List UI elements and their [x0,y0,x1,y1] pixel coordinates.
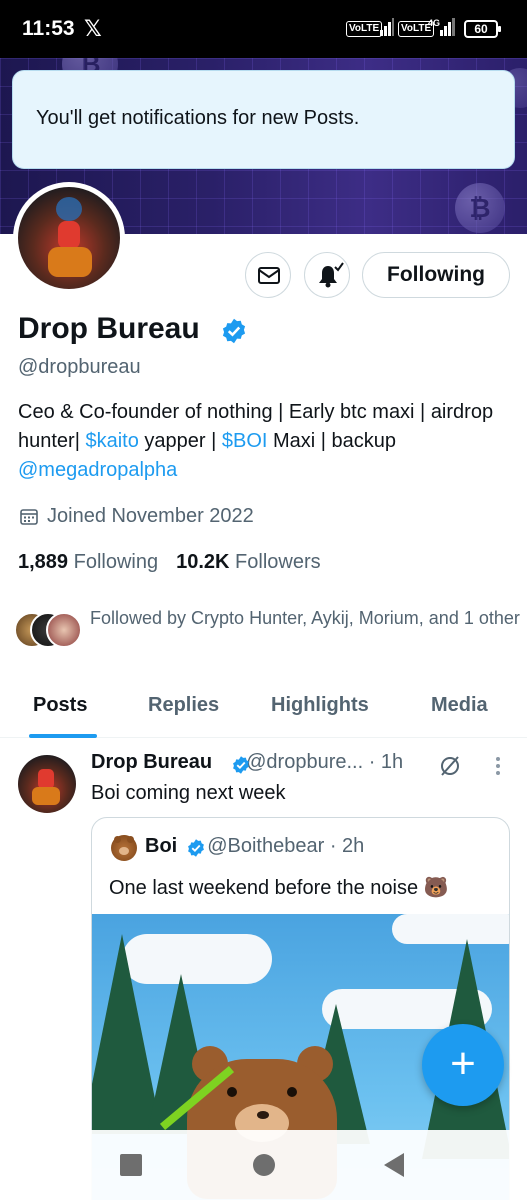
tab-highlights[interactable]: Highlights [271,694,369,717]
quote-author-name: Boi [145,835,178,857]
profile-handle: @dropbureau [18,356,141,378]
battery-icon: 60 [464,20,501,38]
home-button[interactable] [253,1154,275,1176]
status-bar: 11:53 𝕏 VoLTE VoLTE 4G 60 [0,0,527,58]
toast-message: You'll get notifications for new Posts. [36,107,360,129]
verified-badge-icon [233,756,249,774]
bio-link-kaito[interactable]: $kaito [85,430,138,452]
profile-name: Drop Bureau [18,312,200,345]
envelope-icon [258,267,280,284]
tab-posts[interactable]: Posts [33,694,87,717]
followed-by-text[interactable]: Followed by Crypto Hunter, Aykij, Morium… [90,606,520,631]
tab-media[interactable]: Media [431,694,488,717]
volte-badge: VoLTE [346,21,383,37]
network-type: 4G [428,18,441,28]
system-navigation-bar [0,1130,527,1200]
quote-handle-time: @Boithebear · 2h [207,835,365,857]
post-author-name[interactable]: Drop Bureau [91,751,212,773]
profile-avatar[interactable] [13,182,125,294]
grok-icon[interactable] [438,754,462,778]
bell-check-icon [319,262,344,288]
bio-link-megadropalpha[interactable]: @megadropalpha [18,459,177,481]
post-author-avatar[interactable] [18,755,76,813]
signal-icon-2 [440,18,455,36]
more-options-icon[interactable] [494,756,502,776]
following-count: 1,889 [18,551,69,573]
status-time: 11:53 [22,17,75,40]
avatar-image [18,187,120,289]
following-link[interactable]: 1,889 Following [18,551,158,573]
signal-icon [380,18,394,36]
notifications-button[interactable] [304,252,350,298]
bio-text: Maxi | backup [267,430,397,452]
verified-badge-icon [222,318,246,344]
quote-header: Boi @Boithebear · 2h [145,835,364,858]
following-label: Following [73,551,159,573]
profile-bio: Ceo & Co-founder of nothing | Early btc … [18,398,498,485]
calendar-icon [20,509,38,525]
recent-apps-button[interactable] [120,1154,142,1176]
tab-replies[interactable]: Replies [148,694,219,717]
active-tab-indicator [29,734,97,738]
followers-link[interactable]: 10.2K Followers [176,551,321,573]
x-logo-icon: 𝕏 [84,16,102,41]
joined-date: Joined November 2022 [47,505,254,527]
bio-text: yapper | [138,430,222,452]
quote-author-avatar [111,835,137,861]
follow-stats: 1,889 Following 10.2K Followers [18,551,321,574]
followers-you-know-avatars[interactable] [14,612,84,650]
notification-toast: You'll get notifications for new Posts. [12,70,515,169]
followers-label: Followers [235,551,321,573]
message-button[interactable] [245,252,291,298]
bio-link-boi[interactable]: $BOI [222,430,268,452]
compose-post-button[interactable]: + [422,1024,504,1106]
verified-badge-icon [188,839,204,857]
quote-text: One last weekend before the noise 🐻 [109,877,449,899]
bitcoin-coin-icon: ₿ [455,183,505,233]
avatar [46,612,82,648]
back-button[interactable] [384,1153,404,1177]
profile-tabs: Posts Replies Highlights Media [0,680,527,738]
post-text: Boi coming next week [91,782,286,804]
followers-count: 10.2K [176,551,230,573]
post-handle-time[interactable]: @dropbure... · 1h [246,751,403,773]
following-button[interactable]: Following [362,252,510,298]
